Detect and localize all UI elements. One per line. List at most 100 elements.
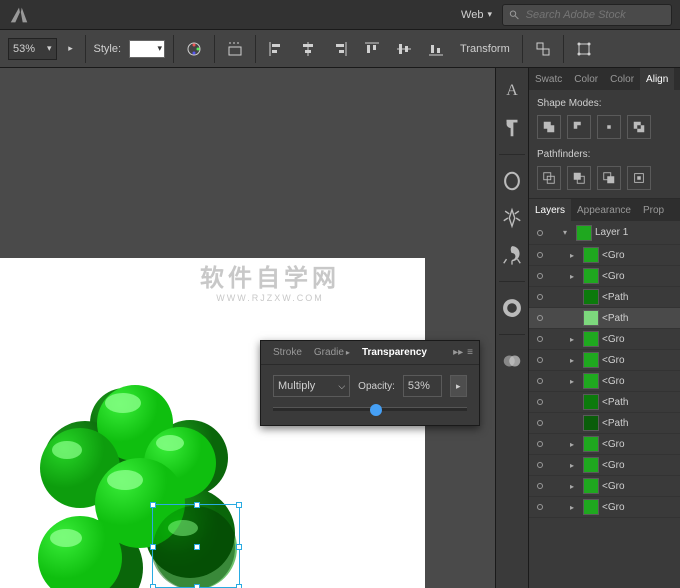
blend-mode-select[interactable]: Multiply ⌵ (273, 375, 350, 397)
expand-toggle[interactable]: ▸ (570, 272, 580, 281)
align-left-button[interactable] (264, 37, 288, 61)
align-vcenter-button[interactable] (392, 37, 416, 61)
tab-properties[interactable]: Prop (637, 199, 670, 221)
zoom-field[interactable]: ▾ (8, 38, 57, 60)
tab-transparency[interactable]: Transparency (356, 341, 433, 364)
expand-toggle[interactable]: ▸ (570, 335, 580, 344)
isolate-button[interactable] (572, 37, 596, 61)
visibility-toggle[interactable] (533, 395, 547, 409)
layer-row[interactable]: ▸<Gro (529, 266, 680, 287)
tab-gradient[interactable]: Gradie▸ (308, 341, 356, 364)
layer-row[interactable]: ▸<Gro (529, 371, 680, 392)
align-hcenter-button[interactable] (296, 37, 320, 61)
merge-button[interactable] (597, 166, 621, 190)
align-bottom-button[interactable] (424, 37, 448, 61)
recolor-artwork-button[interactable] (182, 37, 206, 61)
visibility-toggle[interactable] (533, 500, 547, 514)
layer-row[interactable]: ▸<Gro (529, 455, 680, 476)
expand-toggle[interactable]: ▸ (570, 440, 580, 449)
visibility-toggle[interactable] (533, 479, 547, 493)
align-right-button[interactable] (328, 37, 352, 61)
tab-swatches[interactable]: Swatc (529, 68, 568, 90)
unite-button[interactable] (537, 115, 561, 139)
opacity-slider[interactable] (273, 407, 467, 411)
panel-menu-button[interactable]: ≡ (467, 347, 473, 358)
tab-appearance[interactable]: Appearance (571, 199, 637, 221)
tab-layers[interactable]: Layers (529, 199, 571, 221)
layer-row[interactable]: ▸<Gro (529, 350, 680, 371)
search-input[interactable] (526, 9, 665, 21)
prev-object-button[interactable]: ▸ (65, 43, 77, 54)
opacity-value-field[interactable]: 53% (403, 375, 442, 397)
layer-name: <Path (602, 313, 676, 324)
layer-row[interactable]: ▸<Gro (529, 329, 680, 350)
chevron-down-icon: ▾ (487, 9, 492, 20)
type-panel-button[interactable]: A (501, 80, 523, 102)
expand-toggle[interactable]: ▸ (570, 503, 580, 512)
layer-thumbnail (576, 225, 592, 241)
layer-row[interactable]: ▸<Gro (529, 434, 680, 455)
expand-toggle[interactable]: ▸ (570, 251, 580, 260)
shape-panel-button[interactable] (501, 170, 523, 192)
divide-button[interactable] (537, 166, 561, 190)
expand-toggle[interactable]: ▸ (570, 377, 580, 386)
visibility-toggle[interactable] (533, 269, 547, 283)
visibility-toggle[interactable] (533, 290, 547, 304)
layer-name: <Path (602, 418, 676, 429)
swatches-tabs: Swatc Color Color Align (529, 68, 680, 90)
expand-toggle[interactable]: ▸ (570, 461, 580, 470)
canvas-area[interactable]: 软件自学网 WWW.RJZXW.COM (0, 68, 495, 588)
expand-toggle[interactable]: ▸ (570, 356, 580, 365)
layer-row[interactable]: ▸<Gro (529, 476, 680, 497)
layer-row[interactable]: ▾ Layer 1 (529, 221, 680, 245)
style-swatch[interactable]: ▾ (129, 40, 165, 58)
paragraph-panel-button[interactable] (501, 117, 523, 139)
slider-thumb[interactable] (370, 404, 382, 416)
layer-row[interactable]: <Path (529, 413, 680, 434)
layer-row[interactable]: ▸<Gro (529, 497, 680, 518)
symbols-panel-button[interactable] (501, 244, 523, 266)
layer-thumbnail (583, 499, 599, 515)
zoom-input[interactable] (13, 43, 43, 55)
trim-button[interactable] (567, 166, 591, 190)
brushes-panel-button[interactable] (501, 207, 523, 229)
visibility-toggle[interactable] (533, 311, 547, 325)
layer-row[interactable]: ▸<Gro (529, 245, 680, 266)
align-top-button[interactable] (360, 37, 384, 61)
tab-color-guide[interactable]: Color (604, 68, 640, 90)
expand-toggle[interactable]: ▾ (563, 228, 573, 237)
minus-front-button[interactable] (567, 115, 591, 139)
visibility-toggle[interactable] (533, 374, 547, 388)
layer-name: Layer 1 (595, 227, 676, 238)
visibility-toggle[interactable] (533, 416, 547, 430)
crop-button[interactable] (627, 166, 651, 190)
layer-row[interactable]: <Path (529, 392, 680, 413)
tab-color[interactable]: Color (568, 68, 604, 90)
panel-expand-button[interactable]: ▸▸ (453, 347, 463, 358)
opacity-label: Opacity: (358, 381, 395, 392)
opacity-popup-button[interactable]: ▸ (450, 375, 467, 397)
tab-align[interactable]: Align (640, 68, 674, 90)
transparency-dock-button[interactable] (501, 350, 523, 372)
tab-stroke[interactable]: Stroke (267, 341, 308, 364)
shape-tool-button[interactable] (531, 37, 555, 61)
visibility-toggle[interactable] (533, 248, 547, 262)
search-adobe-stock[interactable] (502, 4, 672, 26)
layer-row[interactable]: <Path (529, 308, 680, 329)
layer-row[interactable]: <Path (529, 287, 680, 308)
visibility-toggle[interactable] (533, 353, 547, 367)
visibility-toggle[interactable] (533, 226, 547, 240)
layers-list: ▾Layer 1▸<Gro▸<Gro<Path<Path▸<Gro▸<Gro▸<… (529, 221, 680, 588)
selection-box[interactable] (152, 504, 240, 588)
expand-toggle[interactable]: ▸ (570, 482, 580, 491)
color-panel-button[interactable] (501, 297, 523, 319)
visibility-toggle[interactable] (533, 332, 547, 346)
exclude-button[interactable] (627, 115, 651, 139)
layer-thumbnail (583, 310, 599, 326)
layers-tabs: Layers Appearance Prop (529, 199, 680, 221)
align-to-button[interactable] (223, 37, 247, 61)
workspace-selector[interactable]: Web ▾ (461, 9, 492, 21)
visibility-toggle[interactable] (533, 458, 547, 472)
intersect-button[interactable] (597, 115, 621, 139)
visibility-toggle[interactable] (533, 437, 547, 451)
